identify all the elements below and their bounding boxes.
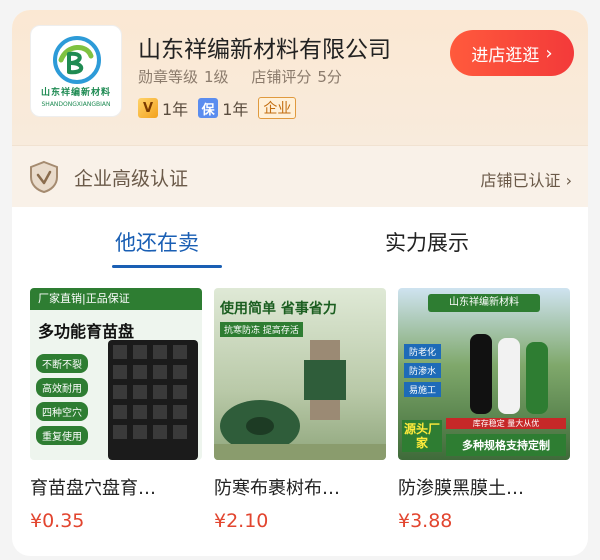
product-image[interactable]: 使用简单 省事省力 抗寒防冻 提高存活 (214, 288, 386, 460)
product-image[interactable]: 山东祥编新材料 防老化 防渗水 易施工 源头厂家 库存稳定 量大从优 多种规格支… (398, 288, 570, 460)
shop-meta: 勋章等级 1级 店铺评分 5分 (138, 66, 348, 87)
chevron-right-icon: › (545, 42, 553, 64)
product-image[interactable]: 厂家直销|正品保证 多功能育苗盘 不断不裂 高效耐用 四种空穴 重复使用 (30, 288, 202, 460)
shop-header: 山东祥编新材料 SHANDONGXIANGBIAN 山东祥编新材料有限公司 勋章… (12, 10, 588, 145)
medal-label: 勋章等级 (138, 68, 199, 86)
product-price: ¥0.35 (30, 510, 85, 532)
product-image-tag: 四种空穴 (36, 402, 88, 421)
enter-shop-label: 进店逛逛 (471, 45, 540, 66)
shop-badges: V 1年 保 1年 企业 (138, 96, 297, 120)
medal-value: 1级 (204, 68, 229, 86)
product-image-tag: 不断不裂 (36, 354, 88, 373)
product-price: ¥2.10 (214, 510, 269, 532)
score-value: 5分 (317, 68, 342, 86)
logo-subtext: SHANDONGXIANGBIAN (41, 101, 111, 108)
vip-years: 1年 (162, 100, 189, 119)
product-image-banner: 山东祥编新材料 (428, 294, 540, 312)
product-image-corner: 源头厂家 (402, 420, 442, 452)
product-image-foot-small: 库存稳定 量大从优 (446, 418, 566, 429)
enterprise-badge: 企业 (258, 97, 297, 119)
product-card[interactable]: 使用简单 省事省力 抗寒防冻 提高存活 防寒布裹树布… ¥2.10 (214, 288, 386, 532)
shield-check-icon (30, 160, 58, 194)
product-list: 厂家直销|正品保证 多功能育苗盘 不断不裂 高效耐用 四种空穴 重复使用 育苗盘… (12, 282, 588, 552)
shop-card: 山东祥编新材料 SHANDONGXIANGBIAN 山东祥编新材料有限公司 勋章… (12, 10, 588, 556)
product-image-tags: 防老化 防渗水 易施工 (404, 344, 442, 397)
product-card[interactable]: 厂家直销|正品保证 多功能育苗盘 不断不裂 高效耐用 四种空穴 重复使用 育苗盘… (30, 288, 202, 532)
enter-shop-button[interactable]: 进店逛逛 › (450, 30, 574, 76)
product-image-title: 多功能育苗盘 (38, 322, 135, 341)
product-image-tags: 不断不裂 高效耐用 四种空穴 重复使用 (36, 354, 88, 445)
guarantee-icon: 保 (198, 98, 219, 118)
certification-label: 企业高级认证 (74, 168, 189, 190)
product-price: ¥3.88 (398, 510, 453, 532)
product-image-tag: 易施工 (404, 382, 442, 397)
product-image-tag: 重复使用 (36, 426, 88, 445)
product-name[interactable]: 育苗盘穴盘育… (30, 474, 202, 500)
shop-name[interactable]: 山东祥编新材料有限公司 (138, 30, 391, 64)
guarantee-years: 1年 (222, 100, 249, 119)
vip-icon: V (138, 98, 158, 118)
tab-strength-showcase[interactable]: 实力展示 (385, 227, 469, 257)
membrane-rolls-icon (470, 334, 548, 414)
product-name[interactable]: 防渗膜黑膜土… (398, 474, 570, 500)
product-image-title: 使用简单 省事省力 (220, 301, 337, 317)
product-image-foot-big: 多种规格支持定制 (446, 434, 566, 456)
product-image-tag: 防渗水 (404, 363, 442, 378)
active-tab-indicator (112, 265, 222, 268)
tab-also-selling[interactable]: 他还在卖 (115, 227, 199, 257)
shop-logo[interactable]: 山东祥编新材料 SHANDONGXIANGBIAN (30, 25, 122, 117)
tree-wrap-roll-icon (214, 340, 386, 460)
product-image-banner: 厂家直销|正品保证 (30, 288, 202, 310)
product-image-tag: 防老化 (404, 344, 442, 359)
seedling-tray-icon (108, 340, 198, 460)
score-label: 店铺评分 (251, 68, 312, 86)
product-name[interactable]: 防寒布裹树布… (214, 474, 386, 500)
product-card[interactable]: 山东祥编新材料 防老化 防渗水 易施工 源头厂家 库存稳定 量大从优 多种规格支… (398, 288, 570, 532)
certification-bar[interactable]: 企业高级认证 店铺已认证 › (12, 145, 588, 207)
tab-bar: 他还在卖 实力展示 (12, 207, 588, 271)
logo-text: 山东祥编新材料 (40, 88, 111, 98)
certification-status[interactable]: 店铺已认证 › (480, 167, 572, 191)
product-image-tag: 高效耐用 (36, 378, 88, 397)
certification-status-text: 店铺已认证 (480, 171, 561, 190)
chevron-right-icon: › (565, 171, 572, 190)
product-image-subtitle: 抗寒防冻 提高存活 (220, 322, 303, 337)
